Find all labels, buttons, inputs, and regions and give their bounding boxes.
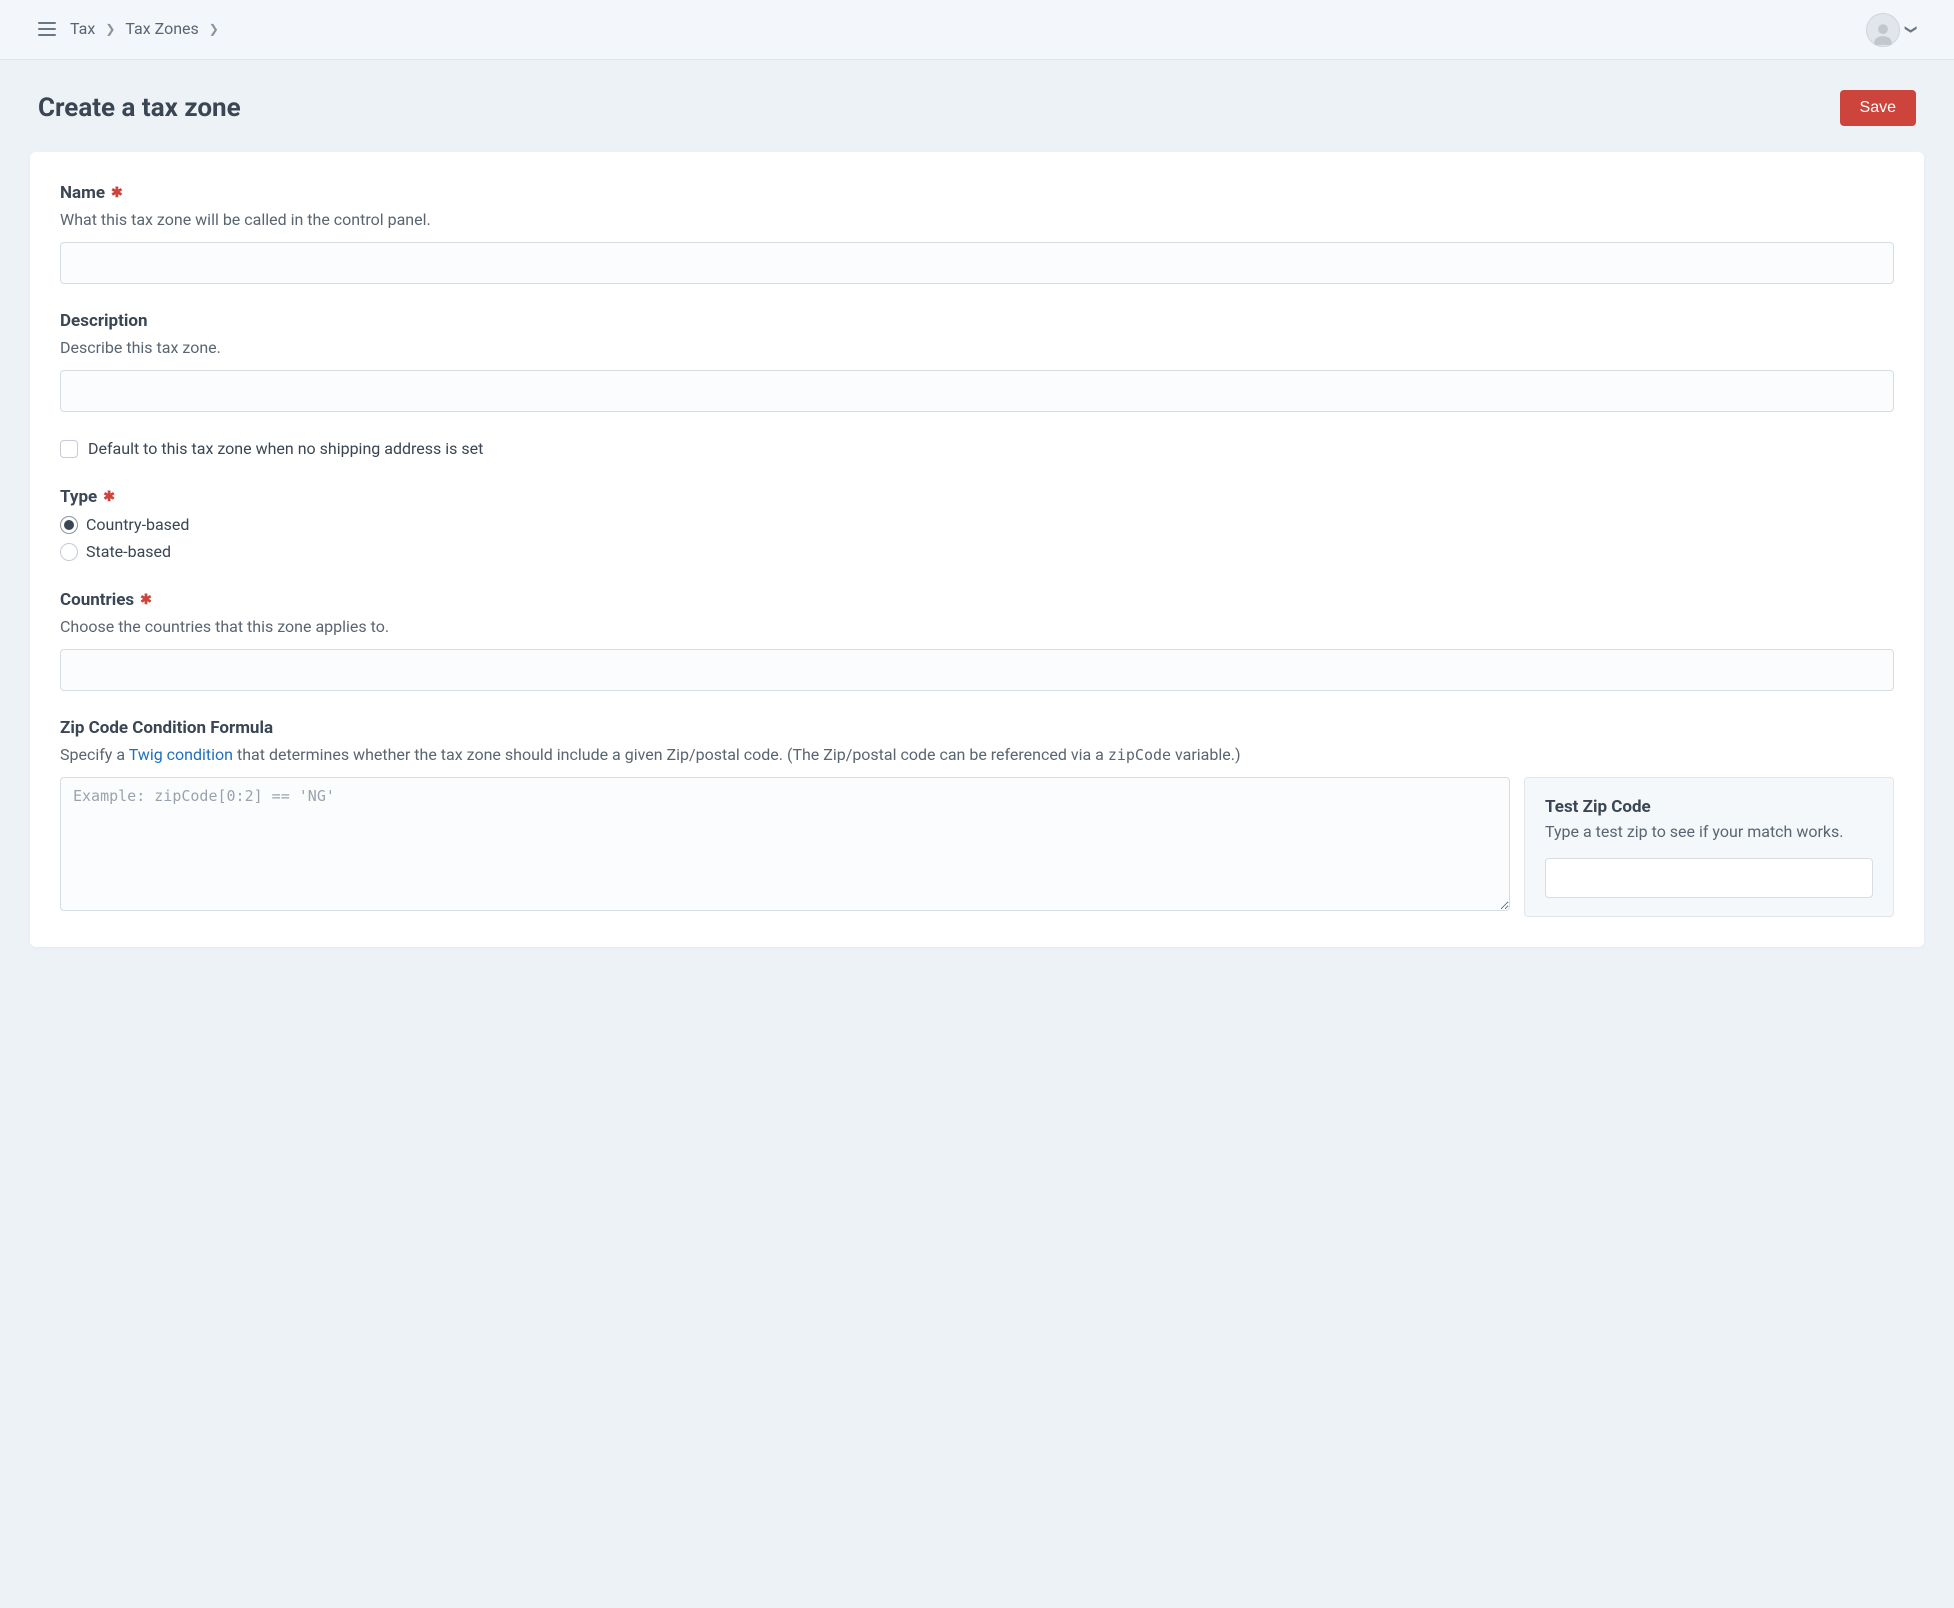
zip-formula-textarea[interactable] (60, 777, 1510, 911)
countries-input[interactable] (60, 649, 1894, 691)
type-country-label: Country-based (86, 514, 189, 536)
description-input[interactable] (60, 370, 1894, 412)
radio-icon (60, 516, 78, 534)
test-zip-hint: Type a test zip to see if your match wor… (1545, 821, 1873, 843)
topbar-right: ❯ (1866, 13, 1916, 47)
zip-hint: Specify a Twig condition that determines… (60, 743, 1894, 767)
field-label-type: Type ✱ (60, 486, 1894, 510)
page-title: Create a tax zone (38, 90, 241, 126)
description-label-text: Description (60, 310, 147, 334)
breadcrumb: Tax ❯ Tax Zones ❯ (70, 18, 219, 40)
required-icon: ✱ (111, 184, 123, 204)
type-radio-group: Country-based State-based (60, 514, 1894, 563)
type-label-text: Type (60, 486, 97, 510)
user-icon (1870, 21, 1896, 47)
field-name: Name ✱ What this tax zone will be called… (60, 182, 1894, 284)
chevron-right-icon: ❯ (105, 21, 115, 38)
chevron-right-icon: ❯ (209, 21, 219, 38)
name-label-text: Name (60, 182, 105, 206)
test-zip-title: Test Zip Code (1545, 796, 1873, 820)
field-label-countries: Countries ✱ (60, 589, 1894, 613)
type-state-radio[interactable]: State-based (60, 541, 1894, 563)
zip-hint-code: zipCode (1108, 746, 1171, 764)
type-country-radio[interactable]: Country-based (60, 514, 1894, 536)
default-checkbox[interactable] (60, 440, 78, 458)
description-hint: Describe this tax zone. (60, 336, 1894, 360)
default-checkbox-row[interactable]: Default to this tax zone when no shippin… (60, 438, 1894, 460)
field-zip: Zip Code Condition Formula Specify a Twi… (60, 717, 1894, 917)
field-description: Description Describe this tax zone. (60, 310, 1894, 412)
countries-label-text: Countries (60, 589, 134, 613)
page-header: Create a tax zone Save (30, 90, 1924, 126)
field-label-zip: Zip Code Condition Formula (60, 717, 1894, 741)
zip-formula-col (60, 777, 1510, 917)
twig-condition-link[interactable]: Twig condition (129, 745, 233, 764)
avatar[interactable] (1866, 13, 1900, 47)
form-card: Name ✱ What this tax zone will be called… (30, 152, 1924, 947)
topbar-left: Tax ❯ Tax Zones ❯ (38, 18, 219, 40)
save-button[interactable]: Save (1840, 90, 1916, 126)
field-type: Type ✱ Country-based State-based (60, 486, 1894, 563)
chevron-down-icon[interactable]: ❯ (1903, 24, 1920, 34)
required-icon: ✱ (140, 591, 152, 611)
top-bar: Tax ❯ Tax Zones ❯ ❯ (0, 0, 1954, 60)
test-zip-panel: Test Zip Code Type a test zip to see if … (1524, 777, 1894, 917)
zip-hint-text-after: variable.) (1171, 745, 1240, 764)
field-label-description: Description (60, 310, 1894, 334)
required-icon: ✱ (103, 488, 115, 508)
default-checkbox-label: Default to this tax zone when no shippin… (88, 438, 483, 460)
breadcrumb-tax-zones[interactable]: Tax Zones (125, 18, 198, 40)
name-input[interactable] (60, 242, 1894, 284)
field-label-name: Name ✱ (60, 182, 1894, 206)
type-state-label: State-based (86, 541, 171, 563)
test-zip-input[interactable] (1545, 858, 1873, 898)
countries-hint: Choose the countries that this zone appl… (60, 615, 1894, 639)
zip-hint-text-before: Specify a (60, 745, 129, 764)
radio-icon (60, 543, 78, 561)
zip-label-text: Zip Code Condition Formula (60, 717, 273, 741)
zip-hint-text-middle: that determines whether the tax zone sho… (233, 745, 1108, 764)
menu-icon[interactable] (38, 22, 56, 36)
field-countries: Countries ✱ Choose the countries that th… (60, 589, 1894, 691)
name-hint: What this tax zone will be called in the… (60, 208, 1894, 232)
breadcrumb-tax[interactable]: Tax (70, 18, 95, 40)
main-content: Create a tax zone Save Name ✱ What this … (0, 60, 1954, 987)
zip-row: Test Zip Code Type a test zip to see if … (60, 777, 1894, 917)
